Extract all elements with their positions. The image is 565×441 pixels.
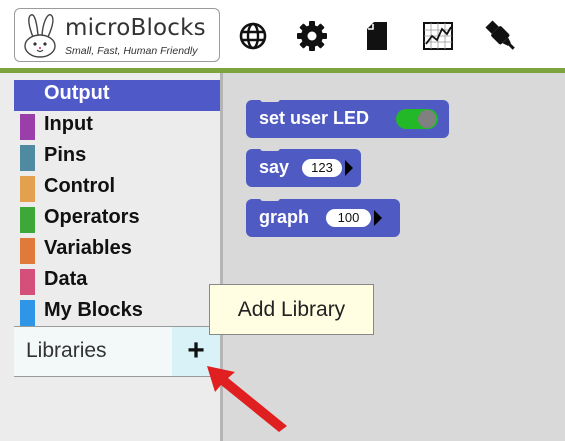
category-my-blocks[interactable]: My Blocks xyxy=(14,297,220,328)
category-label: Data xyxy=(44,268,88,290)
category-label: Control xyxy=(44,175,116,197)
block-notch xyxy=(260,98,280,102)
annotation-arrow-icon xyxy=(207,366,287,432)
category-output[interactable]: Output xyxy=(14,80,220,111)
block-notch xyxy=(260,147,280,151)
app-title: microBlocks xyxy=(65,15,206,41)
app-subtitle: Small, Fast, Human Friendly xyxy=(65,45,198,57)
category-color-swatch xyxy=(20,145,35,171)
category-operators[interactable]: Operators xyxy=(14,204,220,235)
category-data[interactable]: Data xyxy=(14,266,220,297)
graph-value-slot[interactable]: 100 xyxy=(326,209,371,227)
category-color-swatch xyxy=(20,207,35,233)
bunny-logo-icon xyxy=(24,14,56,58)
block-graph[interactable]: graph 100 xyxy=(246,197,400,237)
category-control[interactable]: Control xyxy=(14,173,220,204)
category-label: Variables xyxy=(44,237,132,259)
category-label: Pins xyxy=(44,144,87,166)
say-value-slot[interactable]: 123 xyxy=(302,159,342,177)
usb-plug-icon[interactable] xyxy=(482,18,520,54)
led-toggle[interactable] xyxy=(396,109,438,129)
block-say[interactable]: say 123 xyxy=(246,147,361,187)
block-notch xyxy=(260,197,280,201)
graph-icon[interactable] xyxy=(419,18,457,54)
category-label: Operators xyxy=(44,206,140,228)
top-bar: microBlocks Small, Fast, Human Friendly xyxy=(0,0,565,68)
libraries-row: Libraries + xyxy=(14,326,220,377)
gear-icon[interactable] xyxy=(293,18,331,54)
block-label: say xyxy=(259,157,290,177)
libraries-label: Libraries xyxy=(26,339,107,362)
category-list: Output Input Pins Control Operators Vari… xyxy=(14,80,220,328)
category-color-swatch xyxy=(20,269,35,295)
block-set-user-led[interactable]: set user LED xyxy=(246,98,449,138)
category-variables[interactable]: Variables xyxy=(14,235,220,266)
globe-icon[interactable] xyxy=(234,18,272,54)
category-label: Output xyxy=(44,82,110,104)
category-label: My Blocks xyxy=(44,299,143,321)
block-label: set user LED xyxy=(259,108,370,128)
category-color-swatch xyxy=(20,114,35,140)
app-logo: microBlocks Small, Fast, Human Friendly xyxy=(14,8,220,62)
category-color-swatch xyxy=(20,238,35,264)
category-color-swatch xyxy=(20,300,35,326)
category-label: Input xyxy=(44,113,93,135)
category-color-swatch xyxy=(20,176,35,202)
add-library-tooltip: Add Library xyxy=(209,284,374,335)
file-icon[interactable] xyxy=(358,18,396,54)
toggle-knob xyxy=(418,110,436,128)
category-input[interactable]: Input xyxy=(14,111,220,142)
expand-arrow-icon[interactable] xyxy=(374,210,382,226)
category-pins[interactable]: Pins xyxy=(14,142,220,173)
block-label: graph xyxy=(259,207,310,227)
expand-arrow-icon[interactable] xyxy=(345,160,353,176)
